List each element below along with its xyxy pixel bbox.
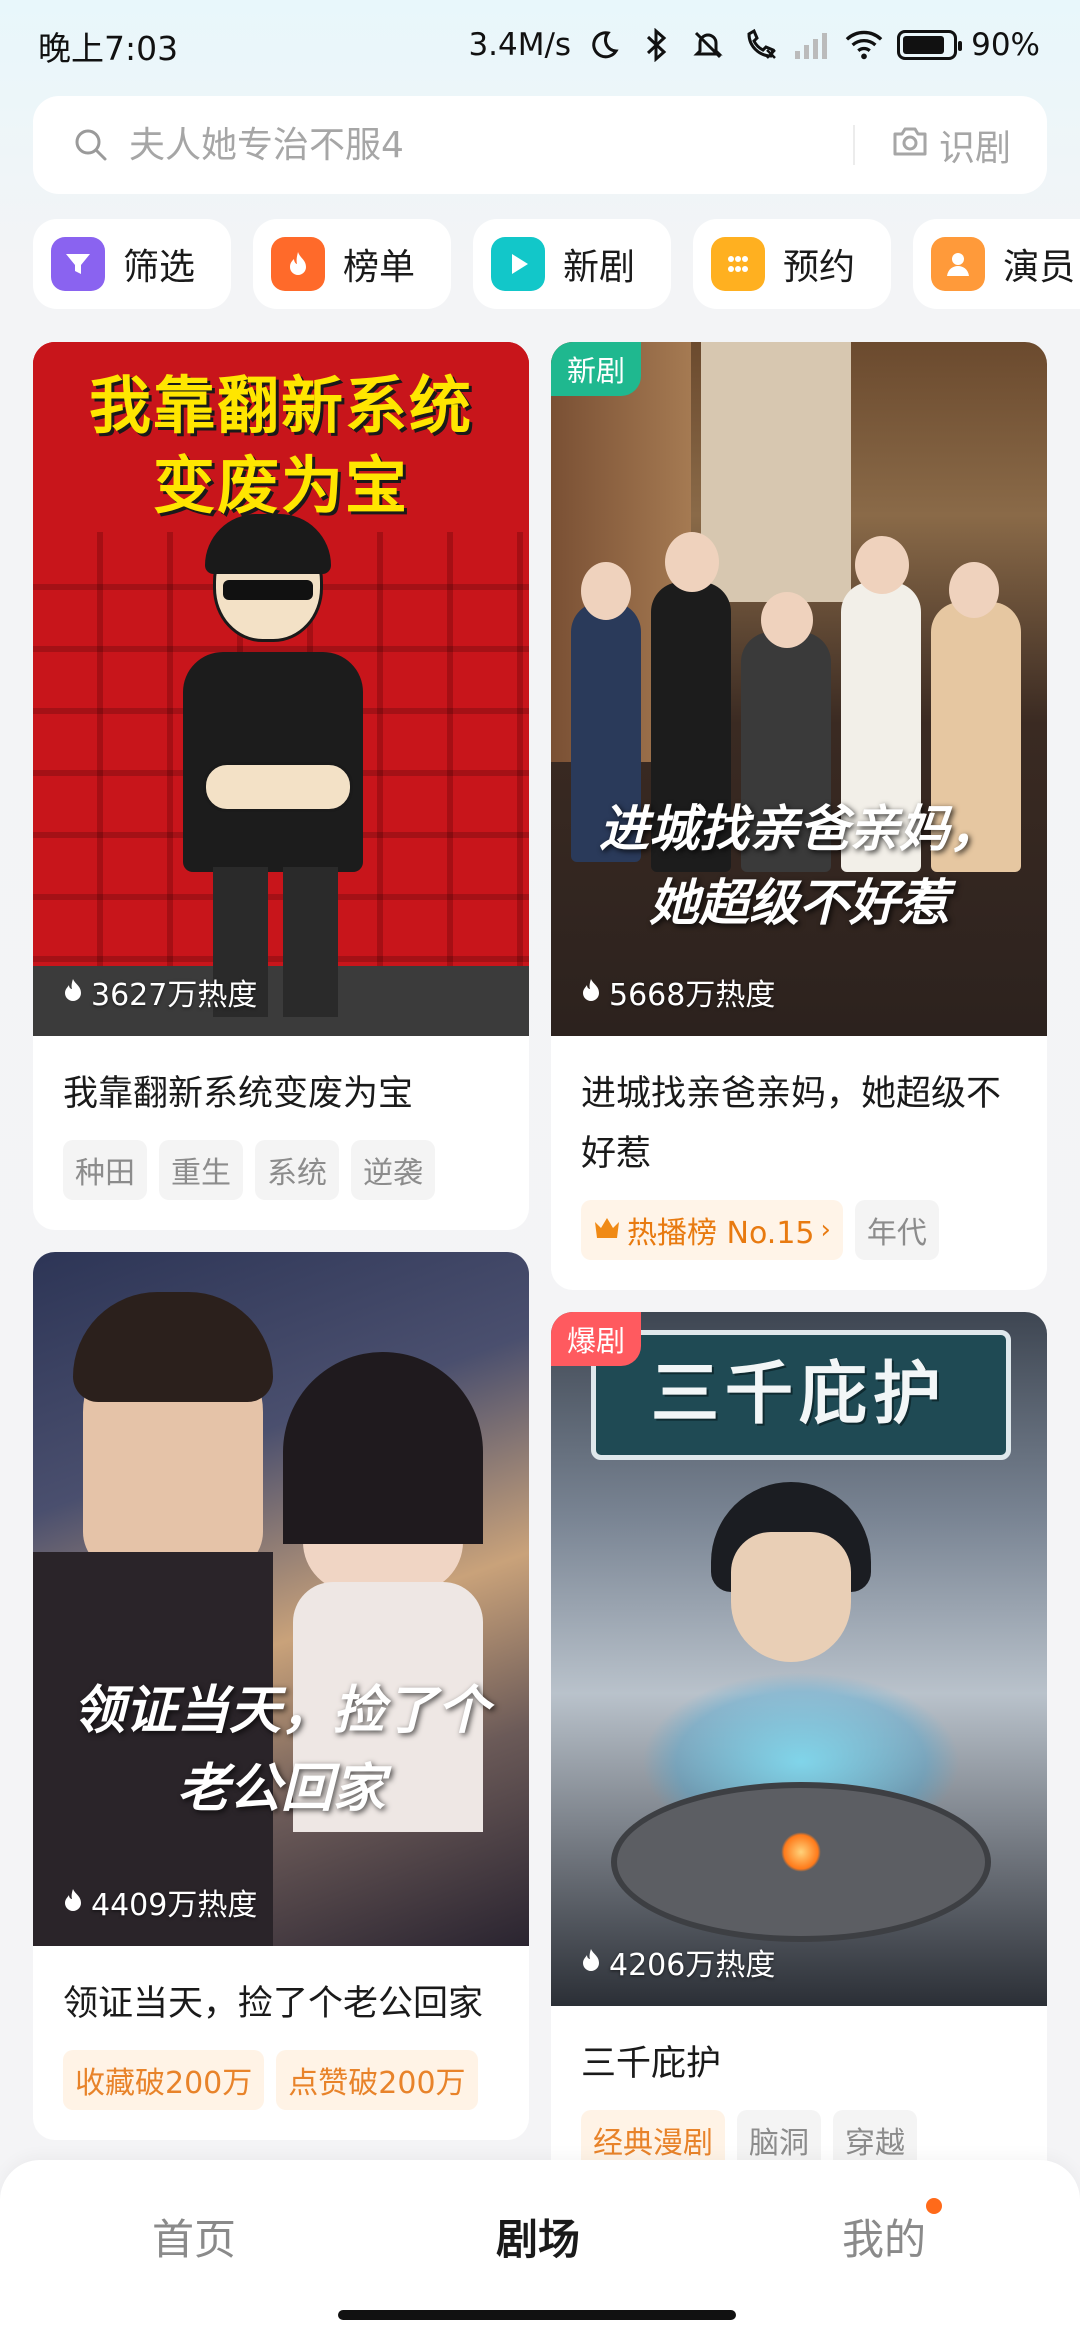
notification-dot	[926, 2198, 942, 2214]
feed-column-right: 新剧 进城找亲爸亲妈，她超级不好惹 5668万热度 进城找亲爸亲妈，她超级不好惹…	[551, 342, 1047, 2222]
search-icon	[71, 125, 111, 165]
bluetooth-icon	[637, 26, 675, 64]
moon-icon	[585, 26, 623, 64]
call-icon	[741, 26, 779, 64]
heat-count: 3627万热度	[63, 970, 257, 1014]
heat-count: 4409万热度	[63, 1880, 257, 1924]
heat-count: 4206万热度	[581, 1940, 775, 1984]
new-badge: 新剧	[551, 342, 642, 396]
chip-filter[interactable]: 筛选	[33, 219, 232, 309]
drama-card[interactable]: 领证当天，捡了个老公回家 4409万热度 领证当天，捡了个老公回家 收藏破200…	[33, 1252, 529, 2140]
chip-new-drama[interactable]: 新剧	[473, 219, 672, 309]
drama-title: 进城找亲爸亲妈，她超级不好惹	[581, 1074, 1002, 1174]
home-indicator[interactable]	[338, 2310, 736, 2320]
drama-title: 领证当天，捡了个老公回家	[63, 1984, 484, 2024]
flame-icon	[63, 975, 83, 1010]
nav-mine[interactable]: 我的	[842, 2206, 926, 2267]
chip-reserve[interactable]: 预约	[693, 219, 892, 309]
ranking-tag[interactable]: 热播榜 No.15 ›	[581, 1200, 843, 1260]
drama-card[interactable]: 新剧 进城找亲爸亲妈，她超级不好惹 5668万热度 进城找亲爸亲妈，她超级不好惹…	[551, 342, 1047, 1290]
tag[interactable]: 种田	[63, 1140, 147, 1200]
search-divider	[852, 125, 855, 165]
chip-label: 榜单	[343, 247, 416, 288]
drama-title: 三千庇护	[581, 2044, 722, 2084]
flame-icon	[271, 237, 326, 291]
tag[interactable]: 收藏破200万	[63, 2050, 265, 2110]
person-icon	[931, 237, 986, 291]
chip-actors[interactable]: 演员	[913, 219, 1080, 309]
status-time: 晚上7:03	[38, 29, 179, 68]
chip-label: 筛选	[123, 247, 196, 288]
tag[interactable]: 重生	[159, 1140, 243, 1200]
battery-percent: 90%	[971, 27, 1040, 63]
chevron-right-icon: ›	[820, 1215, 831, 1245]
category-chips: 筛选 榜单 新剧 预约 演员	[33, 219, 1080, 309]
tag-list: 种田 重生 系统 逆袭	[63, 1140, 499, 1200]
signal-icon	[793, 26, 831, 64]
tag[interactable]: 年代	[854, 1200, 939, 1260]
nav-theater[interactable]: 剧场	[496, 2206, 580, 2267]
nav-home[interactable]: 首页	[152, 2206, 236, 2267]
poster-title: 领证当天，捡了个老公回家	[72, 1681, 489, 1819]
chip-ranking[interactable]: 榜单	[253, 219, 452, 309]
play-icon	[491, 237, 546, 291]
boy-illustration	[691, 1482, 891, 1702]
tag-list: 热播榜 No.15 › 年代	[581, 1200, 1017, 1260]
feed-column-left: 我靠翻新系统变废为宝 3627万热度 我靠翻新系统变废为宝 种田 重生 系统 逆…	[33, 342, 529, 2162]
wifi-icon	[845, 26, 883, 64]
tag-list: 收藏破200万 点赞破200万	[63, 2050, 499, 2110]
recognize-label: 识剧	[938, 128, 1011, 169]
battery-icon	[897, 30, 963, 60]
mute-icon	[689, 26, 727, 64]
search-bar[interactable]: 识剧	[33, 96, 1047, 194]
tag[interactable]: 系统	[255, 1140, 339, 1200]
chip-label: 预约	[783, 247, 856, 288]
tag[interactable]: 逆袭	[351, 1140, 435, 1200]
drama-title: 我靠翻新系统变废为宝	[63, 1074, 414, 1114]
drama-poster[interactable]: 领证当天，捡了个老公回家 4409万热度	[33, 1252, 529, 1946]
drama-poster[interactable]: 新剧 进城找亲爸亲妈，她超级不好惹 5668万热度	[551, 342, 1047, 1036]
poster-title: 进城找亲爸亲妈，她超级不好惹	[599, 800, 999, 932]
drama-poster[interactable]: 爆剧 三千庇护 4206万热度	[551, 1312, 1047, 2006]
character-illustration	[183, 514, 393, 1036]
chip-label: 新剧	[563, 247, 636, 288]
search-input[interactable]	[129, 124, 853, 166]
flame-icon	[581, 975, 601, 1010]
camera-icon	[891, 124, 929, 167]
drama-card[interactable]: 我靠翻新系统变废为宝 3627万热度 我靠翻新系统变废为宝 种田 重生 系统 逆…	[33, 342, 529, 1230]
status-icons: 3.4M/s 90%	[468, 22, 1040, 68]
chip-label: 演员	[1003, 247, 1076, 288]
poster-title: 我靠翻新系统变废为宝	[88, 369, 473, 522]
drama-card[interactable]: 爆剧 三千庇护 4206万热度 三千庇护 经典漫剧 脑洞 穿越	[551, 1312, 1047, 2200]
grid-dots-icon	[711, 237, 766, 291]
tag[interactable]: 点赞破200万	[276, 2050, 478, 2110]
flame-icon	[581, 1945, 601, 1980]
poster-title: 三千庇护	[650, 1355, 947, 1434]
flame-icon	[63, 1885, 83, 1920]
recognize-drama-button[interactable]: 识剧	[891, 119, 1011, 171]
filter-icon	[51, 237, 105, 291]
crown-icon	[593, 1213, 621, 1248]
drama-poster[interactable]: 我靠翻新系统变废为宝 3627万热度	[33, 342, 529, 1036]
network-speed: 3.4M/s	[468, 27, 572, 63]
status-bar: 晚上7:03 3.4M/s 90%	[0, 0, 1080, 90]
heat-count: 5668万热度	[581, 970, 775, 1014]
